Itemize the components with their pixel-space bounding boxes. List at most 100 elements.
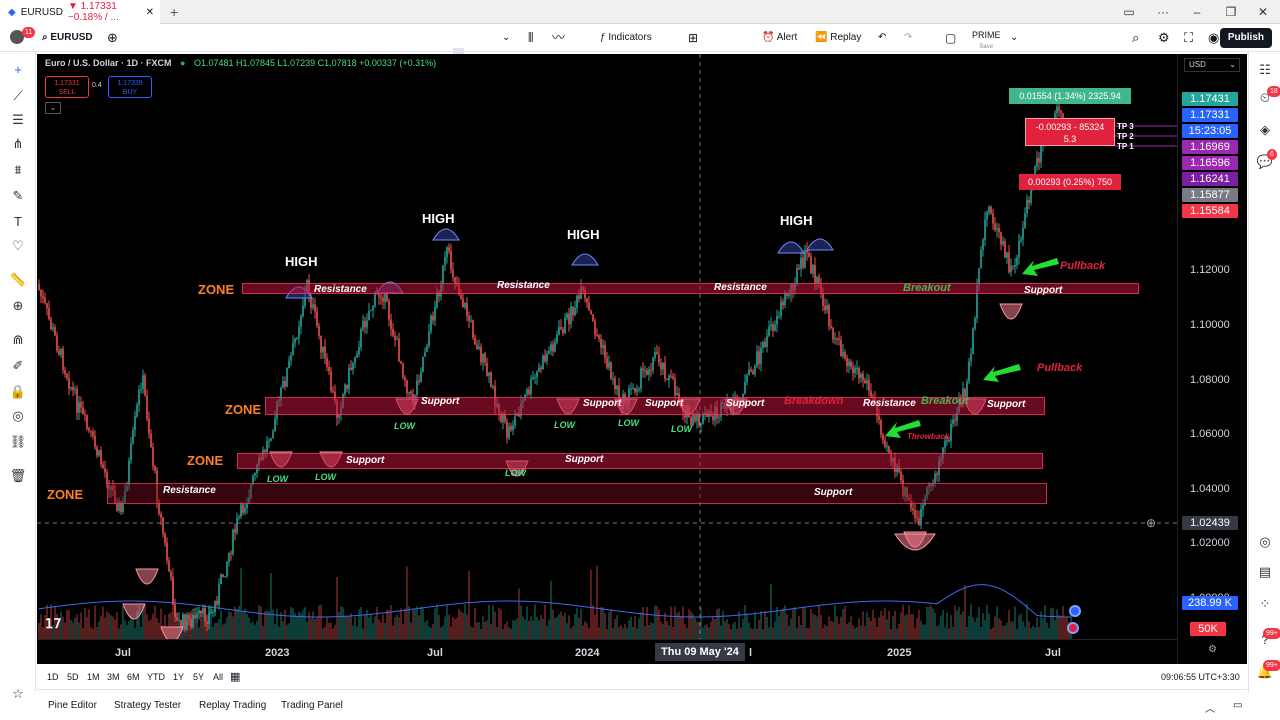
price-chart[interactable] [37,54,1177,639]
alert-button[interactable]: ⏰ Alert [762,24,797,52]
cast-icon[interactable]: ▭ [1120,3,1138,21]
add-alert-plus-icon[interactable]: ⊕ [1146,516,1156,530]
text-icon[interactable]: T [8,212,28,232]
layers-icon[interactable]: ◈ [1255,120,1275,140]
trend-line-icon[interactable]: ⟋ [8,86,28,106]
ruler-icon[interactable]: 📏 [8,270,28,290]
tab-trading-panel[interactable]: Trading Panel [281,700,343,711]
collapse-panel-chevron-icon[interactable]: ︿ [1205,700,1215,715]
maximize-panel-icon[interactable]: ▭ [1233,700,1242,711]
range-6M[interactable]: 6M [127,672,140,682]
zoom-in-icon[interactable]: ⊕ [8,296,28,316]
zone-box-support-bottom[interactable] [107,483,1047,504]
undo-icon[interactable]: ↶ [878,24,886,52]
drawing-toolbar: + ⟋ ☰ ⋔ ⩩ ✎ T ♡ 📏 ⊕ ⋒ ✐ 🔒 ◎ ⛓ 🗑 ☆ [0,52,36,701]
target-icon[interactable]: ◎ [1255,532,1275,552]
range-All[interactable]: All [213,672,223,682]
close-window-icon[interactable]: ✕ [1254,3,1272,21]
restore-icon[interactable]: ❐ [1222,3,1240,21]
time-axis[interactable]: Jul 2023 Jul 2024 l 2025 Jul Thu 09 May … [37,639,1177,664]
volume-bar [870,621,872,639]
range-1Y[interactable]: 1Y [173,672,184,682]
quick-search-icon[interactable]: ⌕ [1132,24,1139,52]
plot-area[interactable]: ZONE ZONE ZONE ZONE HIGH HIGH HIGH HIGH … [37,54,1177,639]
layout-icon[interactable]: ▢ [945,24,956,52]
settings-gear-icon[interactable]: ⚙ [1158,24,1170,52]
watchlist-icon[interactable]: ☷ [1255,60,1275,80]
camera-icon[interactable]: ◉ [1208,24,1219,52]
minimize-icon[interactable]: – [1188,3,1206,21]
line-style-icon[interactable]: 〰 [552,24,565,52]
pitchfork-icon[interactable]: ⋔ [8,134,28,154]
apps-grid-icon[interactable]: ⁘ [1255,594,1275,614]
range-1D[interactable]: 1D [47,672,59,682]
candle-body [804,250,806,268]
replay-button[interactable]: ⏪ Replay [815,24,861,52]
pencil-lock-icon[interactable]: ✐ [8,356,28,376]
templates-icon[interactable]: ⊞ [688,24,698,52]
horizontal-lines-icon[interactable]: ☰ [8,110,28,130]
volume-tag: 238.99 K [1182,596,1238,610]
layout-name[interactable]: PRIME Save [972,29,1001,57]
tradingview-logo-icon: 𝟣𝟩 [45,616,62,631]
new-tab-button[interactable]: + [170,4,178,20]
tab-strategy-tester[interactable]: Strategy Tester [114,700,181,711]
bar-style-icon[interactable]: ⫴ [528,24,533,52]
price-axis[interactable]: USD ⌄ 1.12000 1.10000 1.08000 1.06000 1.04000… [1146,54,1247,664]
zone-box-resistance-top[interactable] [242,283,1139,294]
publish-button[interactable]: Publish [1219,28,1272,48]
legend-collapse-icon[interactable]: ⌄ [45,102,61,114]
range-5Y[interactable]: 5Y [193,672,204,682]
range-1M[interactable]: 1M [87,672,100,682]
favorites-star-icon[interactable]: ☆ [8,684,28,704]
candle-body [596,335,598,337]
avatar[interactable] [10,24,24,52]
candle-body [568,313,570,324]
link-icon[interactable]: ⛓ [8,432,28,452]
more-icon[interactable]: ··· [1154,3,1172,21]
chart-pane[interactable]: ZONE ZONE ZONE ZONE HIGH HIGH HIGH HIGH … [37,54,1247,664]
brush-icon[interactable]: ✎ [8,186,28,206]
axis-settings-icon[interactable]: ⚙ [1208,644,1217,655]
interval-dropdown-icon[interactable]: ⌄ [502,24,510,52]
range-3M[interactable]: 3M [107,672,120,682]
volume-bar [412,609,414,639]
candle-body [326,358,328,367]
tab-pine-editor[interactable]: Pine Editor [48,700,97,711]
tab-replay-trading[interactable]: Replay Trading [199,700,266,711]
symbol-search[interactable]: ⌕ EURUSD [42,24,93,52]
range-5D[interactable]: 5D [67,672,79,682]
magnet-icon[interactable]: ⋒ [8,330,28,350]
browser-tab[interactable]: ◆ EURUSD ▼ 1.17331 −0.18% / ... ✕ [0,0,160,24]
position-profit-box[interactable]: 0.01554 (1.34%) 2325.94 [1009,88,1131,104]
calendar-icon[interactable]: ▤ [1255,562,1275,582]
chart-title[interactable]: Euro / U.S. Dollar · 1D · FXCM [45,58,172,68]
eye-icon[interactable]: ◎ [8,406,28,426]
volume-bar [426,620,428,639]
candle-body [324,346,326,359]
trash-icon[interactable]: 🗑 [8,466,28,486]
tab-close-icon[interactable]: ✕ [146,7,154,18]
lock-icon[interactable]: 🔒 [8,382,28,402]
indicators-button[interactable]: ƒ Indicators [600,24,652,52]
candle-body [636,389,638,392]
candle-body [968,361,970,382]
date-range-calendar-icon[interactable]: ▦ [230,670,240,683]
candle-body [142,375,144,390]
position-risk-box[interactable]: -0.00293 - 85324 5.3 [1025,118,1115,146]
fullscreen-icon[interactable]: ⛶ [1184,24,1193,52]
compare-icon[interactable]: ⊕ [107,24,118,52]
range-YTD[interactable]: YTD [147,672,165,682]
volume-bar [896,628,898,639]
currency-select[interactable]: USD ⌄ [1184,58,1240,72]
crosshair-icon[interactable]: + [8,60,28,80]
redo-icon[interactable]: ↷ [904,24,912,52]
position-stop-box[interactable]: 0.00293 (0.25%) 750 [1019,174,1121,190]
clock-timezone[interactable]: 09:06:55 UTC+3:30 [1161,672,1240,682]
layout-dropdown-icon[interactable]: ⌄ [1010,24,1018,52]
patterns-icon[interactable]: ⩩ [8,160,28,180]
sell-button[interactable]: 1.17331 SELL [45,76,89,98]
heart-icon[interactable]: ♡ [8,236,28,256]
buy-button[interactable]: 1.17339 BUY [108,76,152,98]
candle-body [560,327,562,330]
